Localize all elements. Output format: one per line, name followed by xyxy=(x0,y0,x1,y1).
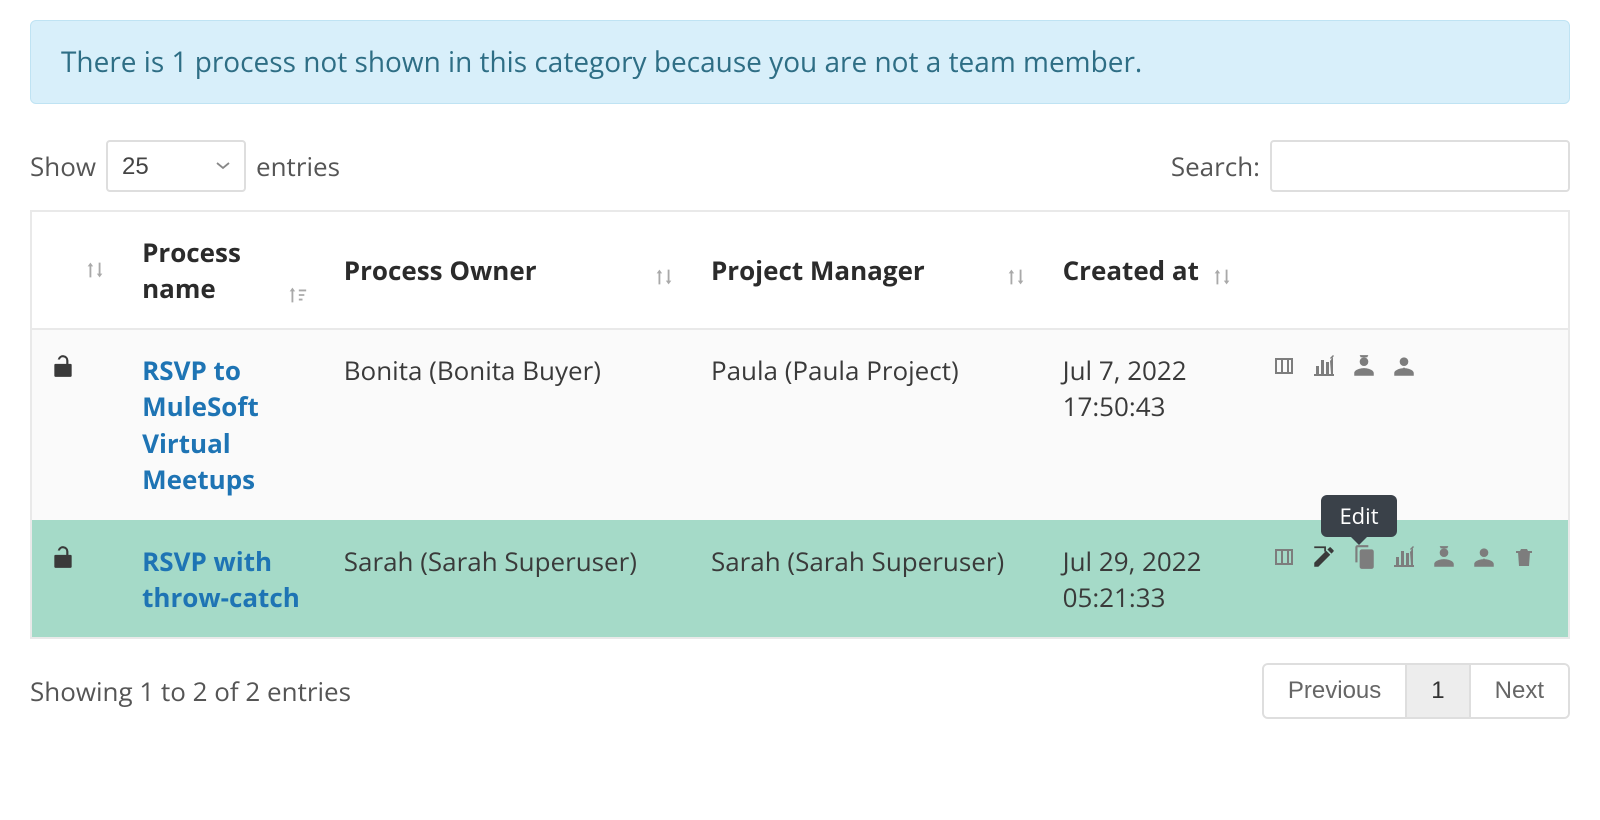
pager-page-1[interactable]: 1 xyxy=(1405,665,1468,717)
pm-icon xyxy=(1391,353,1417,379)
owner-icon xyxy=(1431,544,1457,570)
sort-icon xyxy=(84,259,106,281)
sort-icon xyxy=(1211,266,1233,288)
process-owner-cell: Bonita (Bonita Buyer) xyxy=(326,329,693,520)
search-input[interactable] xyxy=(1270,140,1570,192)
process-owner-cell: Sarah (Sarah Superuser) xyxy=(326,520,693,638)
trash-icon xyxy=(1512,544,1536,570)
project-manager-cell: Sarah (Sarah Superuser) xyxy=(693,520,1045,638)
chart-icon xyxy=(1390,545,1418,569)
copy-icon xyxy=(1351,544,1377,570)
created-at-cell: Jul 29, 2022 05:21:33 xyxy=(1045,520,1252,638)
sort-icon xyxy=(653,266,675,288)
process-table: Process name Process Owner Project Manag… xyxy=(30,210,1570,639)
table-info: Showing 1 to 2 of 2 entries xyxy=(30,673,351,709)
unlock-icon xyxy=(50,543,106,571)
chart-icon-button[interactable] xyxy=(1389,543,1419,571)
search-box: Search: xyxy=(1171,140,1570,192)
pager-previous[interactable]: Previous xyxy=(1264,665,1405,717)
col-header-created[interactable]: Created at xyxy=(1045,211,1252,329)
entries-suffix: entries xyxy=(256,148,340,184)
copy-icon-button[interactable] xyxy=(1349,543,1379,571)
process-link[interactable]: RSVP to MuleSoft Virtual Meetups xyxy=(142,352,259,497)
edit-icon-button[interactable]: Edit xyxy=(1309,543,1339,571)
search-label: Search: xyxy=(1171,148,1260,184)
owner-icon xyxy=(1351,353,1377,379)
col-header-status[interactable] xyxy=(31,211,124,329)
created-at-cell: Jul 7, 2022 17:50:43 xyxy=(1045,329,1252,520)
col-header-owner[interactable]: Process Owner xyxy=(326,211,693,329)
columns-icon-button[interactable] xyxy=(1269,352,1299,380)
process-link[interactable]: RSVP with throw-catch xyxy=(142,543,300,615)
pager: Previous 1 Next xyxy=(1262,663,1570,719)
pm-icon xyxy=(1471,544,1497,570)
table-row: RSVP to MuleSoft Virtual Meetups Bonita (… xyxy=(31,329,1569,520)
owner-icon-button[interactable] xyxy=(1429,543,1459,571)
sort-icon xyxy=(286,284,308,306)
project-manager-cell: Paula (Paula Project) xyxy=(693,329,1045,520)
col-header-pm[interactable]: Project Manager xyxy=(693,211,1045,329)
table-row: RSVP with throw-catch Sarah (Sarah Superu… xyxy=(31,520,1569,638)
col-header-actions xyxy=(1251,211,1569,329)
columns-icon-button[interactable] xyxy=(1269,543,1299,571)
table-footer: Showing 1 to 2 of 2 entries Previous 1 N… xyxy=(30,663,1570,719)
trash-icon-button[interactable] xyxy=(1509,543,1539,571)
show-entries: Show 25 entries xyxy=(30,140,340,192)
row-actions: Edit xyxy=(1269,543,1550,571)
edit-icon xyxy=(1311,544,1337,570)
col-header-name[interactable]: Process name xyxy=(124,211,326,329)
info-alert: There is 1 process not shown in this cat… xyxy=(30,20,1570,104)
chart-icon xyxy=(1310,354,1338,378)
columns-icon xyxy=(1270,545,1298,569)
chart-icon-button[interactable] xyxy=(1309,352,1339,380)
entries-select[interactable]: 25 xyxy=(106,140,246,192)
table-controls: Show 25 entries Search: xyxy=(30,140,1570,192)
pager-next[interactable]: Next xyxy=(1469,665,1568,717)
columns-icon xyxy=(1270,354,1298,378)
owner-icon-button[interactable] xyxy=(1349,352,1379,380)
tooltip: Edit xyxy=(1321,495,1396,537)
pm-icon-button[interactable] xyxy=(1389,352,1419,380)
show-entries-label: Show xyxy=(30,148,96,184)
unlock-icon xyxy=(50,352,106,380)
row-actions xyxy=(1269,352,1550,380)
info-alert-text: There is 1 process not shown in this cat… xyxy=(61,43,1142,81)
pm-icon-button[interactable] xyxy=(1469,543,1499,571)
sort-icon xyxy=(1005,266,1027,288)
